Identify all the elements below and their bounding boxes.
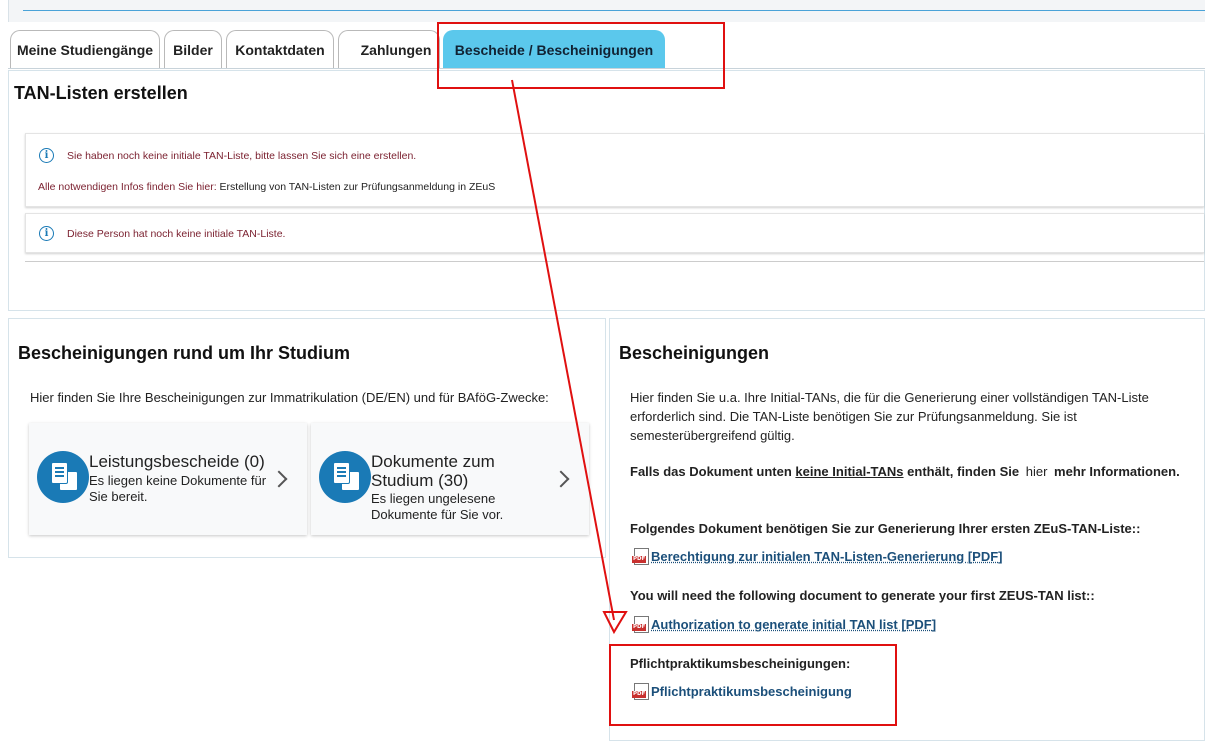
notice-prefix: Falls das Dokument unten [630, 464, 796, 479]
left-certificates-panel: Bescheinigungen rund um Ihr Studium Hier… [8, 318, 606, 558]
tab-bilder[interactable]: Bilder [164, 30, 222, 69]
pflichtpraktikum-link[interactable]: Pflichtpraktikumsbescheinigung [632, 683, 852, 700]
alert-info-prefix: Alle notwendigen Infos finden Sie hier: [38, 181, 220, 193]
right-section-title: Bescheinigungen [619, 343, 770, 363]
tan-alert-person: i Diese Person hat noch keine initiale T… [25, 213, 1204, 253]
en-tan-pdf-label: Authorization to generate initial TAN li… [651, 617, 937, 632]
pdf-icon [632, 616, 649, 633]
card-subtitle: Es liegen keine Dokumente für Sie bereit… [89, 473, 267, 504]
alert-message: Diese Person hat noch keine initiale TAN… [67, 228, 286, 240]
tab-meine-studiengaenge[interactable]: Meine Studiengänge [10, 30, 160, 69]
tan-panel: TAN-Listen erstellen i Sie haben noch ke… [8, 70, 1205, 311]
tan-info-link[interactable]: Erstellung von TAN-Listen zur Prüfungsan… [220, 181, 496, 193]
notice-suffix: mehr Informationen. [1050, 464, 1180, 479]
alert-info-line: Alle notwendigen Infos finden Sie hier: … [38, 181, 495, 193]
tan-section-title: TAN-Listen erstellen [14, 83, 188, 103]
initial-tan-notice: Falls das Dokument unten keine Initial-T… [630, 462, 1180, 481]
card-leistungsbescheide[interactable]: Leistungsbescheide (0) Es liegen keine D… [29, 423, 307, 535]
notice-underlined: keine Initial-TANs [795, 464, 904, 479]
pp-heading: Pflichtpraktikumsbescheinigungen: [630, 656, 851, 671]
right-certificates-panel: Bescheinigungen Hier finden Sie u.a. Ihr… [609, 318, 1205, 741]
card-title: Leistungsbescheide (0) [89, 452, 265, 471]
divider [25, 261, 1204, 262]
card-subtitle: Es liegen ungelesene Dokumente für Sie v… [371, 491, 504, 522]
pflichtpraktikum-label: Pflichtpraktikumsbescheinigung [651, 684, 852, 699]
chevron-right-icon [552, 470, 570, 488]
pdf-icon [632, 548, 649, 565]
info-icon: i [39, 226, 54, 241]
en-tan-pdf-link[interactable]: Authorization to generate initial TAN li… [632, 616, 937, 633]
more-info-link[interactable]: hier [1026, 464, 1048, 479]
chevron-right-icon [270, 470, 288, 488]
tan-alert-missing: i Sie haben noch keine initiale TAN-List… [25, 133, 1204, 207]
de-tan-pdf-link[interactable]: Berechtigung zur initialen TAN-Listen-Ge… [632, 548, 1003, 565]
left-section-title: Bescheinigungen rund um Ihr Studium [18, 343, 351, 363]
card-dokumente-zum-studium[interactable]: Dokumente zum Studium (30) Es liegen ung… [311, 423, 589, 535]
top-strip [8, 0, 1205, 22]
right-section-intro: Hier finden Sie u.a. Ihre Initial-TANs, … [630, 390, 1149, 443]
tabs-baseline [8, 68, 1205, 69]
card-title: Dokumente zum Studium (30) [371, 452, 495, 490]
de-doc-heading: Folgendes Dokument benötigen Sie zur Gen… [630, 521, 1141, 536]
left-section-intro: Hier finden Sie Ihre Bescheinigungen zur… [30, 390, 549, 405]
info-icon: i [39, 148, 54, 163]
top-divider [23, 10, 1205, 11]
notice-middle: enthält, finden Sie [903, 464, 1023, 479]
alert-message: Sie haben noch keine initiale TAN-Liste,… [67, 150, 417, 162]
documents-icon [319, 451, 371, 503]
tab-zahlungen[interactable]: Zahlungen [338, 30, 440, 69]
tab-bescheide-bescheinigungen[interactable]: Bescheide / Bescheinigungen [443, 30, 665, 69]
de-tan-pdf-label: Berechtigung zur initialen TAN-Listen-Ge… [651, 549, 1003, 564]
pdf-icon [632, 683, 649, 700]
documents-icon [37, 451, 89, 503]
tab-bar: Meine Studiengänge Bilder Kontaktdaten Z… [0, 30, 1205, 70]
tab-kontaktdaten[interactable]: Kontaktdaten [226, 30, 334, 69]
en-doc-heading: You will need the following document to … [630, 588, 1095, 603]
